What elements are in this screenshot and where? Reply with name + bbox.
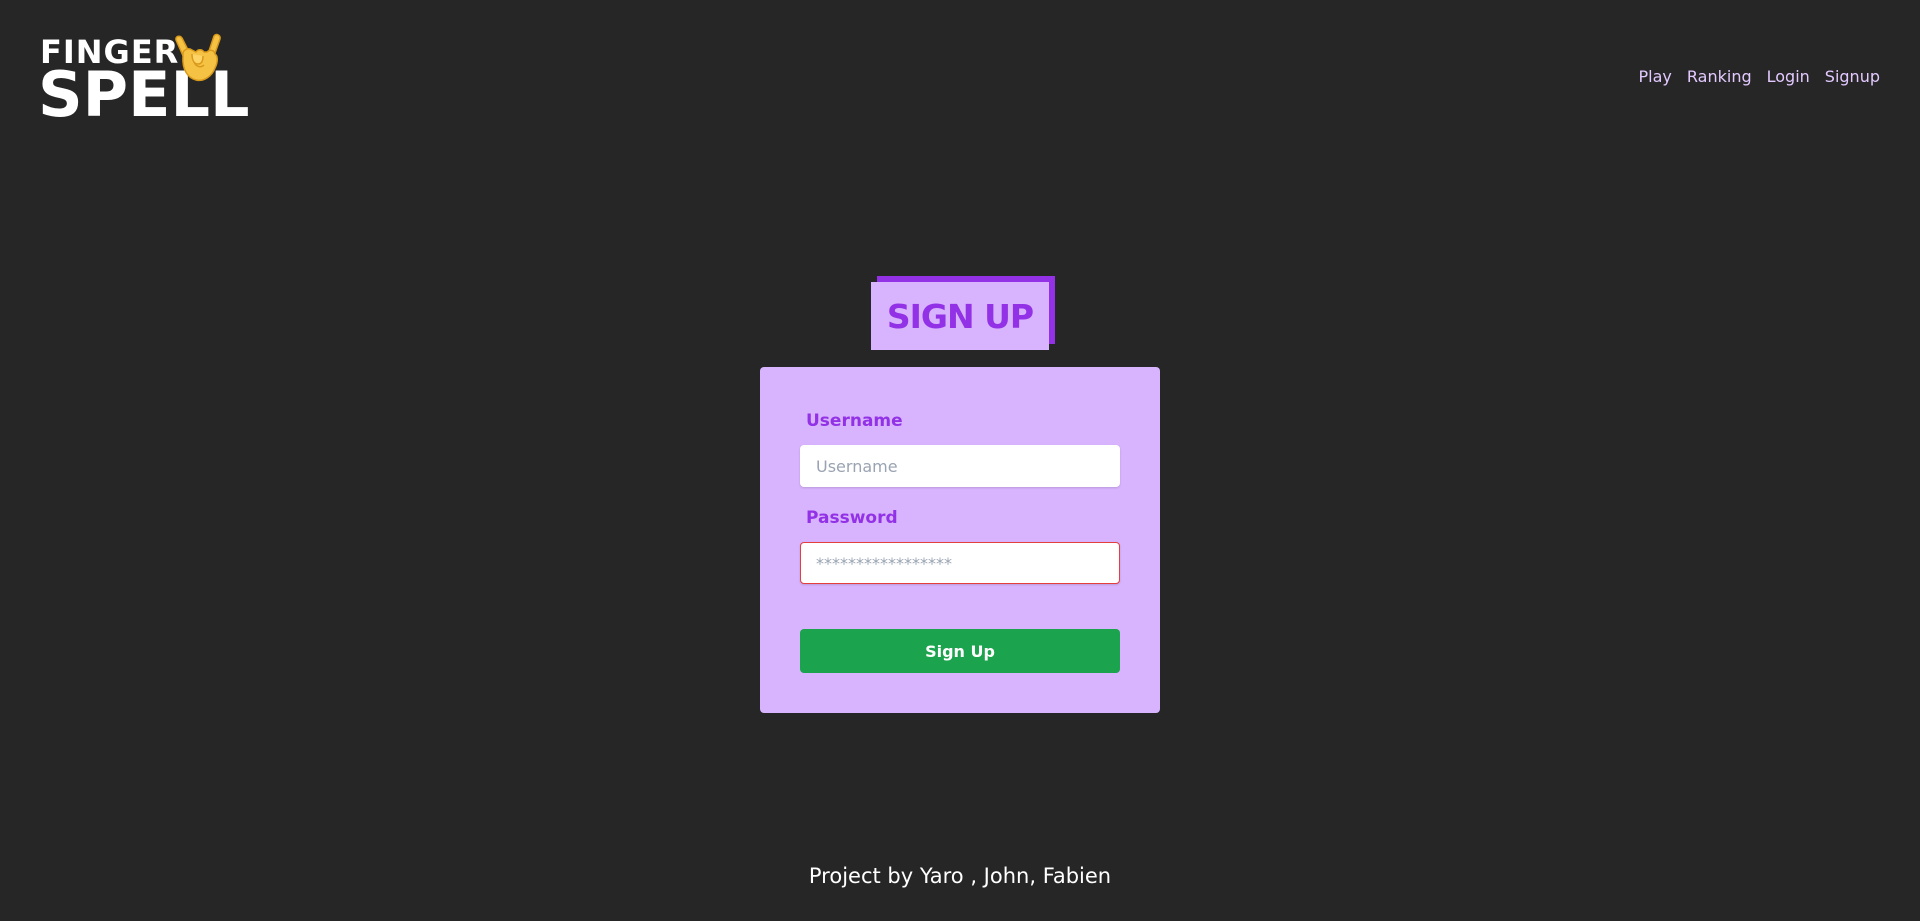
footer-credits: Project by Yaro , John, Fabien xyxy=(808,864,1112,888)
nav-link-ranking[interactable]: Ranking xyxy=(1687,66,1752,88)
main-nav: Play Ranking Login Signup xyxy=(1639,66,1880,88)
page-title-badge: SIGN UP xyxy=(871,276,1055,352)
username-label: Username xyxy=(806,411,903,431)
nav-link-play[interactable]: Play xyxy=(1639,66,1672,88)
nav-link-signup[interactable]: Signup xyxy=(1825,66,1880,88)
page-title: SIGN UP xyxy=(886,296,1034,336)
password-label: Password xyxy=(806,508,898,528)
username-input[interactable] xyxy=(800,445,1120,487)
rock-hand-icon xyxy=(175,33,221,82)
password-input[interactable] xyxy=(800,542,1120,584)
signup-button[interactable]: Sign Up xyxy=(800,629,1120,673)
signup-form: Username Password Sign Up xyxy=(760,367,1160,713)
logo[interactable]: FINGER SPELL xyxy=(38,33,249,126)
nav-link-login[interactable]: Login xyxy=(1767,66,1810,88)
title-box: SIGN UP xyxy=(871,282,1049,350)
